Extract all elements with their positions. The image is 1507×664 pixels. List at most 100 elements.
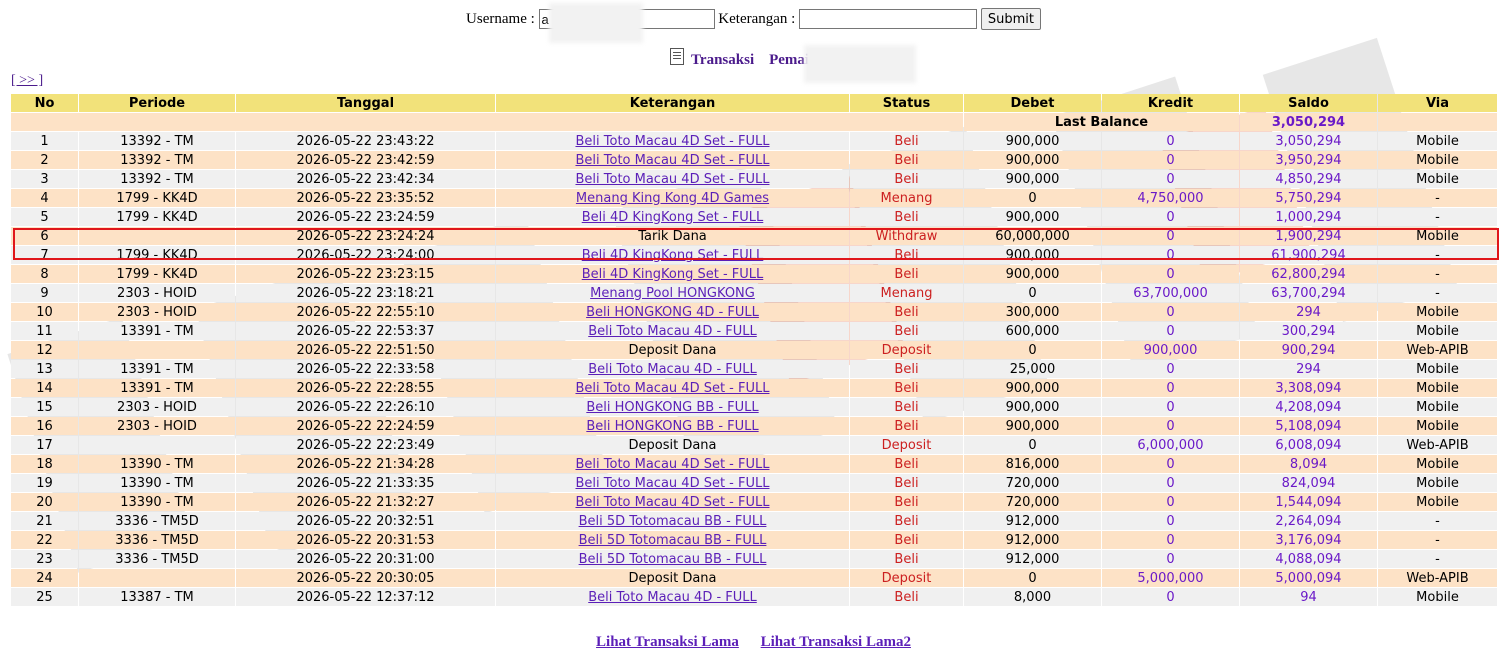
cell-status: Beli — [850, 208, 963, 226]
cell-keterangan: Beli Toto Macau 4D Set - FULL — [496, 493, 849, 511]
cell-debet: 900,000 — [964, 265, 1101, 283]
old-transactions-2-link[interactable]: Lihat Transaksi Lama2 — [761, 634, 911, 650]
keterangan-link[interactable]: Beli 4D KingKong Set - FULL — [582, 248, 764, 263]
cell-via: - — [1378, 265, 1497, 283]
cell-kredit: 0 — [1102, 360, 1239, 378]
cell-saldo: 3,050,294 — [1240, 132, 1377, 150]
cell-debet: 720,000 — [964, 493, 1101, 511]
cell-tanggal: 2026-05-22 21:34:28 — [236, 455, 495, 473]
table-row: 24 2026-05-22 20:30:05 Deposit Dana Deposit… — [11, 569, 1497, 587]
cell-status: Beli — [850, 132, 963, 150]
cell-no: 18 — [11, 455, 78, 473]
cell-periode — [79, 569, 235, 587]
keterangan-link[interactable]: Beli Toto Macau 4D Set - FULL — [575, 172, 769, 187]
keterangan-link[interactable]: Beli Toto Macau 4D Set - FULL — [575, 381, 769, 396]
cell-kredit: 0 — [1102, 208, 1239, 226]
cell-no: 5 — [11, 208, 78, 226]
cell-saldo: 294 — [1240, 360, 1377, 378]
cell-no: 12 — [11, 341, 78, 359]
keterangan-link[interactable]: Beli Toto Macau 4D Set - FULL — [575, 153, 769, 168]
keterangan-link[interactable]: Menang Pool HONGKONG — [590, 286, 755, 301]
keterangan-label: Keterangan : — [718, 10, 796, 27]
keterangan-link[interactable]: Beli HONGKONG 4D - FULL — [586, 305, 759, 320]
table-row: 4 1799 - KK4D 2026-05-22 23:35:52 Menang Ki… — [11, 189, 1497, 207]
col-header-periode: Periode — [79, 94, 235, 112]
cell-keterangan: Beli 4D KingKong Set - FULL — [496, 246, 849, 264]
search-form: Username : Keterangan : Submit — [0, 8, 1507, 30]
cell-tanggal: 2026-05-22 23:18:21 — [236, 284, 495, 302]
cell-tanggal: 2026-05-22 22:33:58 — [236, 360, 495, 378]
cell-via: Web-APIB — [1378, 341, 1497, 359]
cell-kredit: 0 — [1102, 246, 1239, 264]
table-row: 11 13391 - TM 2026-05-22 22:53:37 Beli Toto… — [11, 322, 1497, 340]
cell-saldo: 294 — [1240, 303, 1377, 321]
cell-status: Beli — [850, 493, 963, 511]
cell-no: 20 — [11, 493, 78, 511]
cell-no: 13 — [11, 360, 78, 378]
cell-saldo: 94 — [1240, 588, 1377, 606]
table-row: 2 13392 - TM 2026-05-22 23:42:59 Beli Toto … — [11, 151, 1497, 169]
keterangan-link[interactable]: Beli HONGKONG BB - FULL — [586, 419, 758, 434]
keterangan-link[interactable]: Beli Toto Macau 4D Set - FULL — [575, 476, 769, 491]
cell-debet: 900,000 — [964, 398, 1101, 416]
cell-keterangan: Beli 4D KingKong Set - FULL — [496, 208, 849, 226]
keterangan-input[interactable] — [799, 9, 978, 29]
keterangan-link[interactable]: Beli 5D Totomacau BB - FULL — [579, 533, 767, 548]
cell-debet: 900,000 — [964, 379, 1101, 397]
table-row: 25 13387 - TM 2026-05-22 12:37:12 Beli Toto… — [11, 588, 1497, 606]
cell-status: Beli — [850, 303, 963, 321]
cell-no: 22 — [11, 531, 78, 549]
cell-periode: 3336 - TM5D — [79, 550, 235, 568]
cell-status: Beli — [850, 360, 963, 378]
old-transactions-link[interactable]: Lihat Transaksi Lama — [596, 634, 739, 650]
cell-tanggal: 2026-05-22 22:51:50 — [236, 341, 495, 359]
keterangan-link[interactable]: Beli 4D KingKong Set - FULL — [582, 267, 764, 282]
keterangan-link[interactable]: Beli 4D KingKong Set - FULL — [582, 210, 764, 225]
cell-debet: 912,000 — [964, 550, 1101, 568]
cell-periode: 13392 - TM — [79, 132, 235, 150]
keterangan-link[interactable]: Beli HONGKONG BB - FULL — [586, 400, 758, 415]
cell-no: 23 — [11, 550, 78, 568]
cell-status: Beli — [850, 531, 963, 549]
cell-kredit: 5,000,000 — [1102, 569, 1239, 587]
keterangan-link[interactable]: Beli Toto Macau 4D - FULL — [588, 324, 757, 339]
cell-keterangan: Beli 4D KingKong Set - FULL — [496, 265, 849, 283]
keterangan-text: Deposit Dana — [628, 437, 717, 453]
keterangan-link[interactable]: Menang King Kong 4D Games — [576, 191, 769, 206]
cell-via: Mobile — [1378, 588, 1497, 606]
cell-keterangan: Beli Toto Macau 4D Set - FULL — [496, 474, 849, 492]
cell-tanggal: 2026-05-22 23:24:24 — [236, 227, 495, 245]
cell-keterangan: Deposit Dana — [496, 436, 849, 454]
cell-tanggal: 2026-05-22 22:26:10 — [236, 398, 495, 416]
cell-debet: 0 — [964, 569, 1101, 587]
cell-no: 17 — [11, 436, 78, 454]
next-page-link[interactable]: [ >> ] — [11, 73, 43, 89]
page-heading: Transaksi Pemain : a — [0, 48, 1507, 69]
table-row: 12 2026-05-22 22:51:50 Deposit Dana Deposit… — [11, 341, 1497, 359]
cell-keterangan: Beli 5D Totomacau BB - FULL — [496, 512, 849, 530]
cell-saldo: 4,850,294 — [1240, 170, 1377, 188]
cell-kredit: 63,700,000 — [1102, 284, 1239, 302]
cell-debet: 0 — [964, 436, 1101, 454]
submit-button[interactable]: Submit — [980, 8, 1041, 30]
cell-saldo: 900,294 — [1240, 341, 1377, 359]
keterangan-link[interactable]: Beli Toto Macau 4D Set - FULL — [575, 457, 769, 472]
cell-saldo: 5,750,294 — [1240, 189, 1377, 207]
keterangan-link[interactable]: Beli Toto Macau 4D Set - FULL — [575, 134, 769, 149]
cell-status: Deposit — [850, 436, 963, 454]
keterangan-link[interactable]: Beli Toto Macau 4D - FULL — [588, 590, 757, 605]
cell-kredit: 0 — [1102, 474, 1239, 492]
keterangan-link[interactable]: Beli 5D Totomacau BB - FULL — [579, 552, 767, 567]
cell-debet: 900,000 — [964, 132, 1101, 150]
keterangan-link[interactable]: Beli 5D Totomacau BB - FULL — [579, 514, 767, 529]
keterangan-link[interactable]: Beli Toto Macau 4D - FULL — [588, 362, 757, 377]
cell-status: Beli — [850, 246, 963, 264]
cell-keterangan: Beli HONGKONG 4D - FULL — [496, 303, 849, 321]
keterangan-link[interactable]: Beli Toto Macau 4D Set - FULL — [575, 495, 769, 510]
cell-periode: 2303 - HOID — [79, 284, 235, 302]
cell-debet: 0 — [964, 284, 1101, 302]
cell-status: Menang — [850, 284, 963, 302]
cell-tanggal: 2026-05-22 20:30:05 — [236, 569, 495, 587]
cell-status: Beli — [850, 550, 963, 568]
table-row: 1 13392 - TM 2026-05-22 23:43:22 Beli Toto … — [11, 132, 1497, 150]
